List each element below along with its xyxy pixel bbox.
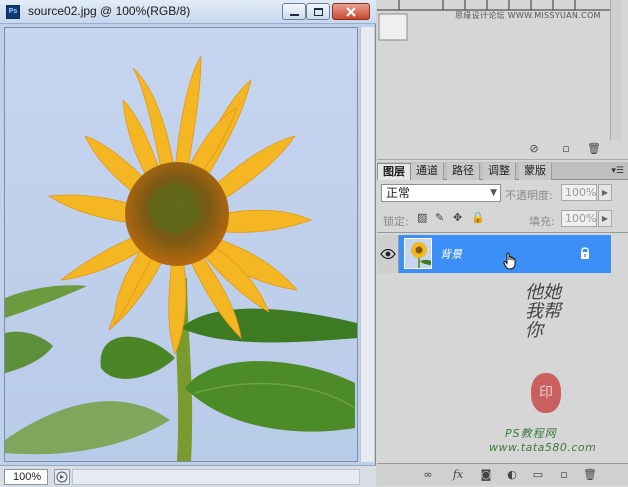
zoom-field[interactable]: 100% bbox=[4, 469, 48, 485]
hand-cursor-icon bbox=[503, 252, 516, 270]
seal-stamp: 印 bbox=[531, 373, 561, 413]
no-style-icon[interactable]: ⊘ bbox=[527, 142, 541, 156]
panels-area: 思缘设计论坛 WWW.MISSYUAN.COM ⊘ ▫ 🗑 图层 通道 路径 调… bbox=[377, 0, 628, 487]
fx-icon[interactable]: fx bbox=[451, 468, 465, 482]
maximize-icon bbox=[313, 7, 323, 16]
sunflower-image[interactable] bbox=[5, 28, 357, 461]
new-layer-icon[interactable]: ▫ bbox=[557, 468, 571, 482]
watermark-text: 思缘设计论坛 WWW.MISSYUAN.COM bbox=[455, 11, 601, 20]
vertical-scrollbar[interactable] bbox=[360, 27, 374, 462]
visibility-toggle[interactable] bbox=[377, 235, 399, 273]
opacity-label: 不透明度: bbox=[505, 189, 553, 202]
fill-slider-button[interactable]: ▶ bbox=[598, 210, 612, 227]
swatches-panel: 思缘设计论坛 WWW.MISSYUAN.COM ⊘ ▫ 🗑 bbox=[377, 0, 628, 160]
layer-row-background[interactable]: 背景 bbox=[377, 235, 628, 273]
tab-layers[interactable]: 图层 bbox=[377, 163, 411, 180]
tab-paths[interactable]: 路径 bbox=[447, 163, 480, 180]
fill-label: 填充: bbox=[529, 215, 555, 228]
lock-transparent-icon[interactable]: ▨ bbox=[417, 212, 429, 224]
info-arrow-icon bbox=[56, 471, 68, 483]
add-mask-icon[interactable]: ◙ bbox=[479, 468, 493, 482]
lock-pixels-icon[interactable]: ✎ bbox=[435, 212, 447, 224]
site-watermark-url: www.tata580.com bbox=[489, 441, 597, 454]
new-swatch-icon[interactable]: ▫ bbox=[559, 142, 573, 156]
document-title: source02.jpg @ 100%(RGB/8) bbox=[28, 4, 191, 18]
document-titlebar[interactable]: Ps source02.jpg @ 100%(RGB/8) bbox=[0, 0, 376, 24]
new-group-icon[interactable]: ▭ bbox=[531, 468, 545, 482]
swatches-scrollbar[interactable] bbox=[610, 0, 622, 140]
fill-field[interactable]: 100% bbox=[561, 210, 597, 227]
lock-position-icon[interactable]: ✥ bbox=[453, 212, 465, 224]
close-icon bbox=[346, 6, 356, 17]
document-canvas-frame bbox=[4, 27, 358, 462]
layer-name[interactable]: 背景 bbox=[440, 246, 462, 262]
tab-masks[interactable]: 蒙版 bbox=[519, 163, 552, 180]
swatches-footer: ⊘ ▫ 🗑 bbox=[377, 142, 628, 158]
trash-icon[interactable]: 🗑 bbox=[587, 142, 601, 156]
link-layers-icon[interactable]: ∞ bbox=[421, 468, 435, 482]
document-statusbar: 100% bbox=[0, 465, 376, 487]
site-watermark-title: PS教程网 bbox=[505, 427, 557, 440]
opacity-slider-button[interactable]: ▶ bbox=[598, 184, 612, 201]
tab-adjustments[interactable]: 调整 bbox=[483, 163, 516, 180]
lock-label: 锁定: bbox=[383, 215, 409, 228]
minimize-icon bbox=[289, 13, 299, 16]
chevron-down-icon: ▼ bbox=[490, 188, 497, 198]
panel-menu-icon[interactable]: ▾☰ bbox=[611, 166, 624, 176]
status-info-button[interactable] bbox=[54, 469, 70, 485]
minimize-button[interactable] bbox=[282, 3, 306, 20]
layers-panel: 图层 通道 路径 调整 蒙版 ▾☰ 正常 ▼ 不透明度: 100% ▶ 锁定: … bbox=[377, 160, 628, 487]
layer-thumbnail[interactable] bbox=[404, 238, 432, 269]
tab-channels[interactable]: 通道 bbox=[411, 163, 444, 180]
layers-footer: ∞ fx ◙ ◐ ▭ ▫ 🗑 bbox=[377, 463, 628, 485]
maximize-button[interactable] bbox=[306, 3, 330, 20]
layers-tab-row: 图层 通道 路径 调整 蒙版 ▾☰ bbox=[377, 162, 628, 180]
horizontal-scrollbar[interactable] bbox=[72, 469, 360, 485]
photoshop-app-icon: Ps bbox=[6, 5, 20, 19]
lock-icon bbox=[581, 247, 589, 259]
blend-mode-select[interactable]: 正常 ▼ bbox=[381, 184, 501, 202]
layer-list: 背景 他她我帮你 印 PS教程网 www.tata580.com bbox=[377, 232, 628, 464]
close-button[interactable] bbox=[332, 3, 370, 20]
eye-icon bbox=[380, 248, 396, 260]
blend-mode-value: 正常 bbox=[386, 186, 411, 200]
swatch-grid[interactable] bbox=[377, 0, 610, 45]
opacity-field[interactable]: 100% bbox=[561, 184, 597, 201]
calligraphy-watermark: 他她我帮你 bbox=[525, 282, 561, 341]
lock-all-icon[interactable]: 🔒 bbox=[471, 212, 485, 224]
adjustment-layer-icon[interactable]: ◐ bbox=[505, 468, 519, 482]
delete-layer-icon[interactable]: 🗑 bbox=[583, 468, 597, 482]
document-window: Ps source02.jpg @ 100%(RGB/8) 100% bbox=[0, 0, 376, 487]
